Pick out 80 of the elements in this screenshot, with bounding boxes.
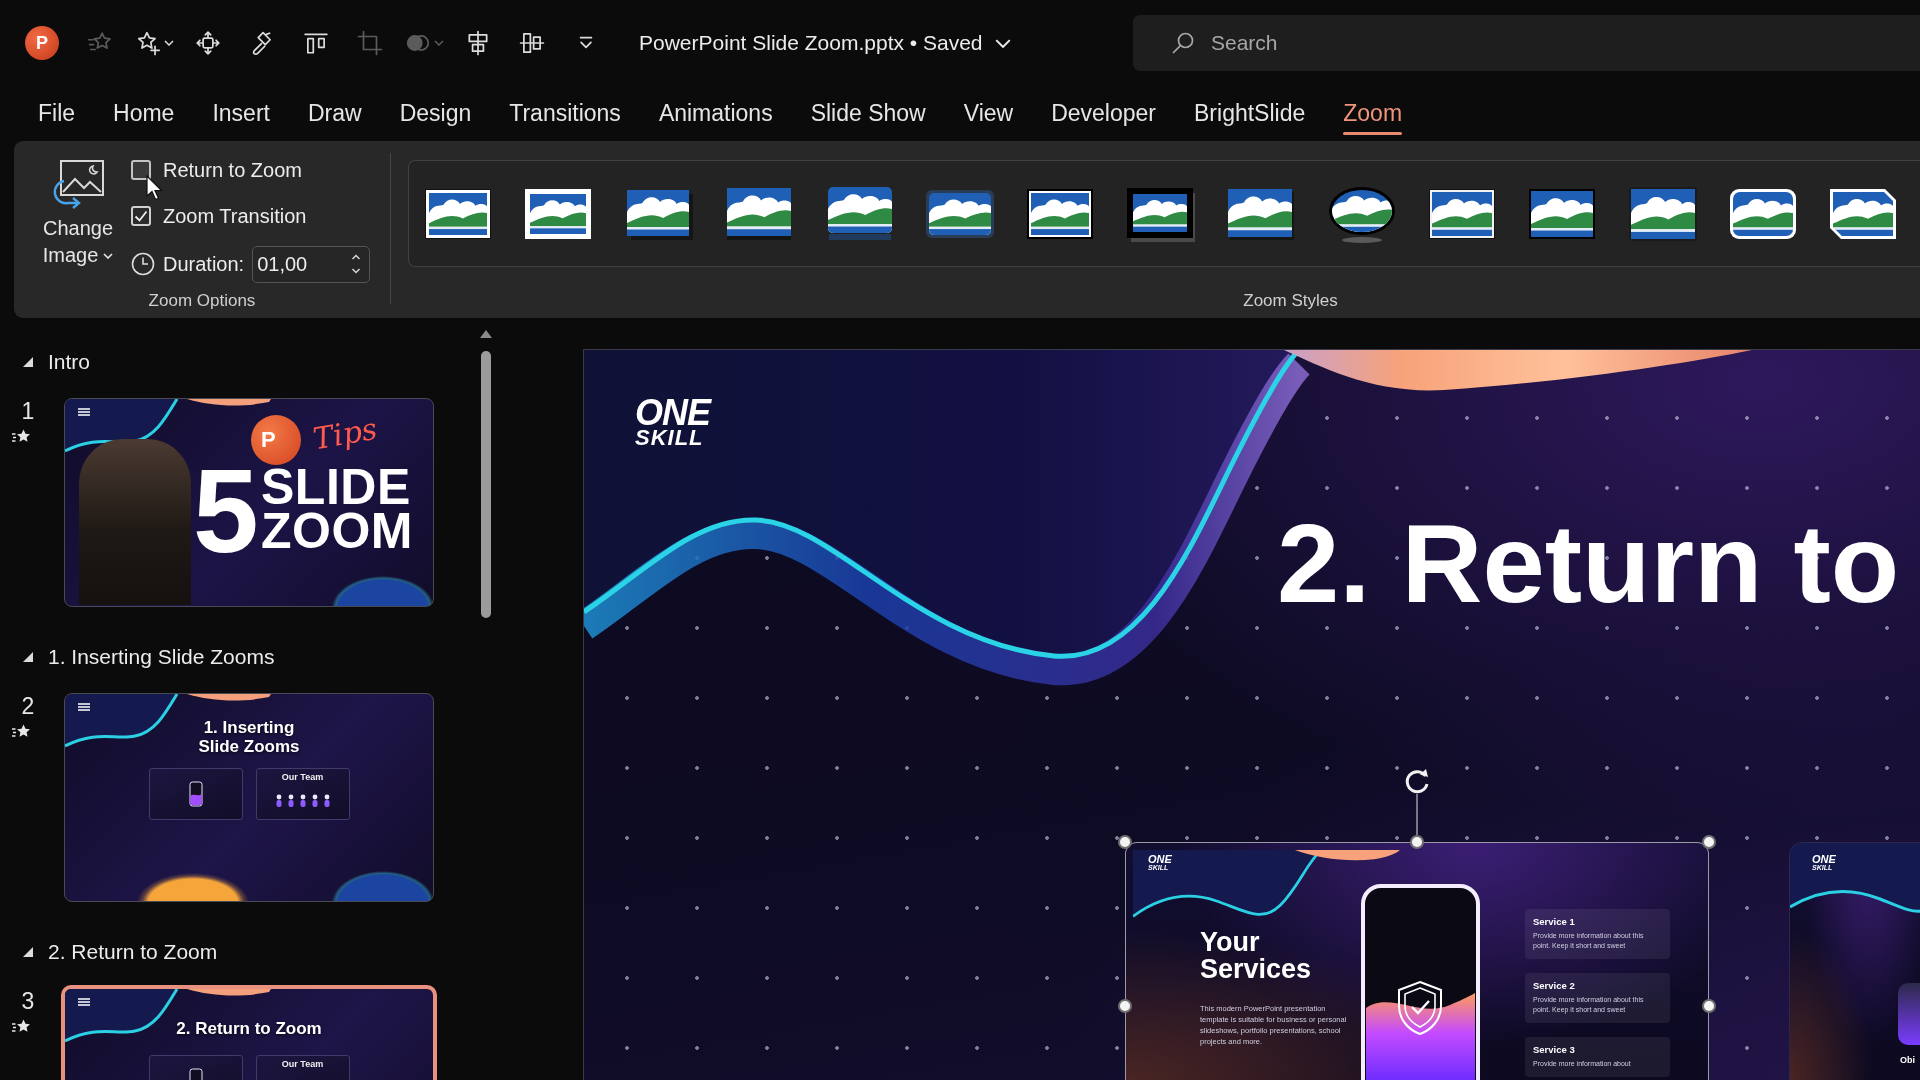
- duration-input[interactable]: 01,00: [257, 252, 338, 276]
- group-label: Zoom Styles: [1243, 291, 1338, 311]
- resize-handle[interactable]: [1118, 999, 1132, 1013]
- menu-tab[interactable]: Developer: [1032, 91, 1175, 136]
- stripes-logo-icon: [77, 407, 91, 417]
- expanded-triangle-icon[interactable]: [22, 651, 34, 663]
- menu-tab[interactable]: Slide Show: [791, 91, 945, 136]
- menu-tab[interactable]: Animations: [639, 91, 792, 136]
- caret-icon: [433, 40, 444, 46]
- slide-number: 2: [21, 693, 35, 719]
- duration-label: Duration:: [163, 252, 245, 276]
- crop-icon: [357, 30, 383, 56]
- search-icon: [1171, 31, 1195, 55]
- checkmark-icon: [134, 210, 148, 222]
- checkbox-label[interactable]: Zoom Transition: [163, 204, 307, 228]
- menu-tab[interactable]: Transitions: [490, 91, 640, 136]
- menu-tab[interactable]: File: [19, 91, 95, 136]
- profile-name: Obi: [1900, 1055, 1915, 1065]
- checkbox-label[interactable]: Return to Zoom: [163, 158, 302, 182]
- slide-number: 1: [21, 398, 35, 424]
- slide-heading: SLIDE ZOOM: [261, 465, 413, 553]
- phone-icon: [188, 781, 203, 807]
- slide-thumbnail[interactable]: 2. Return to Zoom Our Team: [61, 985, 437, 1080]
- align-top-icon: [303, 30, 329, 56]
- service-title: Service 3: [1533, 1044, 1576, 1055]
- app-logo: P: [251, 415, 301, 465]
- change-image-button[interactable]: Change Image: [32, 141, 124, 283]
- slide-number: 3: [21, 988, 35, 1014]
- slide-title: 2. Return to: [1277, 508, 1900, 620]
- slide-zoom[interactable]: [1125, 842, 1709, 1080]
- align-middle-icon: [519, 30, 545, 56]
- service-title: Service 2: [1533, 980, 1576, 991]
- clock-icon: [131, 252, 155, 276]
- expanded-triangle-icon[interactable]: [22, 356, 34, 368]
- section-title[interactable]: Intro: [48, 350, 91, 374]
- section-title[interactable]: 1. Inserting Slide Zooms: [48, 645, 275, 669]
- resize-handle[interactable]: [1118, 835, 1132, 849]
- spin-arrows-icon[interactable]: [351, 252, 362, 276]
- preview-title: Our Team: [281, 1059, 324, 1070]
- menu-tab[interactable]: Design: [380, 91, 491, 136]
- rotate-handle-icon[interactable]: [1403, 767, 1431, 835]
- picture-swap-icon: [51, 159, 105, 209]
- menu-tab[interactable]: Insert: [193, 91, 289, 136]
- checkbox[interactable]: [131, 206, 151, 226]
- menu-tab[interactable]: View: [944, 91, 1033, 136]
- group-label: Zoom Options: [148, 291, 256, 311]
- zoom-slide-heading: Your Services: [1200, 929, 1313, 983]
- move-arrows-icon: [195, 30, 221, 56]
- menu-tab[interactable]: Draw: [288, 91, 381, 136]
- service-title: Service 1: [1533, 916, 1576, 927]
- handwritten-label: Tips: [310, 411, 380, 457]
- resize-handle[interactable]: [1702, 835, 1716, 849]
- search-box[interactable]: Search: [1133, 15, 1920, 71]
- scroll-up-arrow-icon[interactable]: [480, 330, 492, 338]
- menu-tab[interactable]: Home: [94, 91, 194, 136]
- document-title[interactable]: PowerPoint Slide Zoom.pptx • Saved: [639, 23, 1011, 63]
- resize-handle[interactable]: [1410, 835, 1424, 849]
- slide-heading: 1. Inserting Slide Zooms: [198, 718, 300, 756]
- slide-thumbnail[interactable]: 1. Inserting Slide Zooms Our Team: [64, 693, 434, 902]
- stripes-logo-icon: [77, 702, 91, 712]
- menu-tab[interactable]: Zoom: [1324, 91, 1422, 136]
- photo-placeholder: [1898, 983, 1920, 1045]
- caret-icon: [994, 38, 1011, 48]
- slide-heading: 2. Return to Zoom: [176, 1017, 322, 1040]
- cursor-icon: [146, 175, 164, 201]
- stripes-logo-icon: [77, 997, 91, 1007]
- brand-logo: ONE SKILL: [635, 398, 710, 448]
- checkbox[interactable]: [131, 160, 151, 180]
- menu-tab[interactable]: BrightSlide: [1175, 91, 1325, 136]
- resize-handle[interactable]: [1702, 999, 1716, 1013]
- shield-check-icon: [1395, 980, 1445, 1036]
- search-input[interactable]: Search: [1211, 31, 1511, 55]
- caret-icon: [103, 252, 114, 259]
- duration-spinbox[interactable]: 01,00: [252, 245, 371, 283]
- section-title[interactable]: 2. Return to Zoom: [48, 940, 218, 964]
- preview-title: Our Team: [281, 772, 324, 783]
- caret-icon: [163, 40, 174, 46]
- scrollbar-thumb[interactable]: [481, 351, 491, 618]
- expanded-triangle-icon[interactable]: [22, 946, 34, 958]
- align-center-icon: [465, 30, 491, 56]
